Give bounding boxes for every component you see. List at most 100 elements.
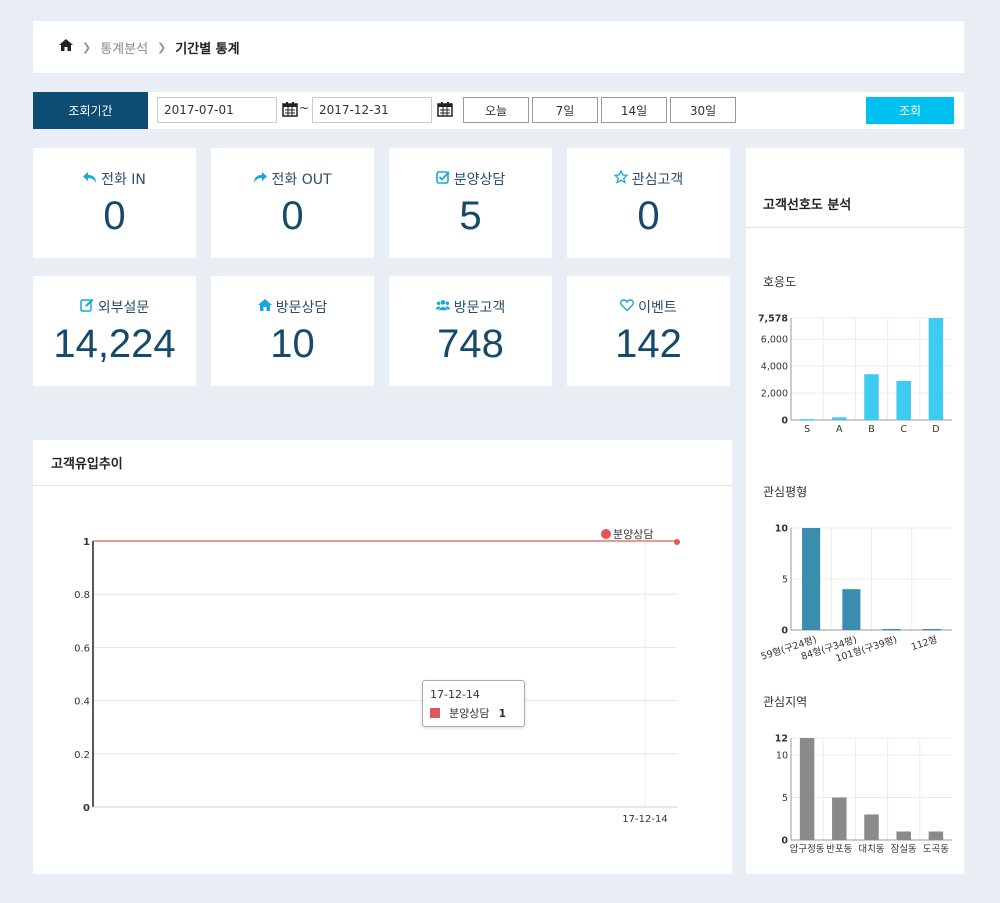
bar — [896, 831, 911, 840]
stat-label: 외부설문 — [97, 300, 150, 316]
x-tick-label: C — [900, 424, 907, 435]
stat-value: 14,224 — [53, 322, 176, 366]
calendar-icon[interactable] — [437, 101, 453, 117]
filter-bar: 조회기간 ~ 오늘 7일 14일 30일 조회 — [33, 92, 964, 129]
x-tick-label: 대치동 — [858, 843, 884, 855]
x-tick-label: 112형 — [910, 634, 939, 653]
star-icon — [613, 169, 629, 188]
stat-value: 748 — [437, 322, 504, 366]
edit-icon — [79, 298, 94, 316]
bar — [882, 628, 901, 631]
tooltip-series: 분양상담 — [449, 707, 490, 720]
y-tick-label: 0 — [781, 626, 788, 637]
today-button[interactable]: 오늘 — [463, 97, 529, 123]
y-tick-label: 4,000 — [761, 362, 788, 373]
stat-label: 관심고객 — [631, 172, 684, 188]
stat-card-sales-consult: 분양상담 5 — [389, 148, 552, 258]
stat-label: 전화 OUT — [271, 172, 332, 188]
trend-chart: 0 0.2 0.4 0.6 0.8 1 17-12-14 분양상담 — [74, 528, 680, 825]
trend-title: 고객유입추이 — [51, 457, 123, 472]
unit-type-chart: 051059형(구24평)84형(구34평)101형(구39평) 112형 — [760, 524, 952, 665]
x-tick-label: D — [932, 424, 939, 435]
page-title: 기간별 통계 — [175, 41, 240, 57]
preference-title: 고객선호도 분석 — [763, 198, 852, 213]
bar — [922, 628, 941, 631]
bar — [928, 318, 944, 420]
stat-card-visitors: 방문고객 748 — [389, 276, 552, 386]
bar — [799, 419, 815, 421]
stat-value: 0 — [281, 194, 304, 238]
y-tick-label: 10 — [776, 751, 788, 762]
calendar-icon[interactable] — [282, 101, 298, 117]
chevron-right-icon: ❯ — [157, 40, 167, 54]
home-icon — [257, 298, 272, 316]
y-tick-label: 10 — [775, 524, 789, 535]
chart-tooltip: 17-12-14 분양상담 1 — [422, 680, 525, 727]
y-tick-label: 0 — [781, 416, 788, 427]
tooltip-value: 1 — [498, 706, 507, 720]
stat-card-call-out: 전화 OUT 0 — [211, 148, 374, 258]
data-point — [674, 539, 680, 545]
period-label: 조회기간 — [33, 92, 148, 129]
y-tick-label: 0.6 — [74, 643, 90, 654]
y-tick-label: 7,578 — [758, 314, 788, 325]
home-icon[interactable] — [59, 39, 73, 55]
y-tick-label: 1 — [83, 537, 90, 548]
bar — [799, 738, 815, 840]
bar — [864, 814, 879, 840]
date-separator: ~ — [299, 101, 310, 115]
stat-card-event: 이벤트 142 — [567, 276, 730, 386]
y-tick-label: 5 — [782, 793, 788, 804]
check-square-icon — [435, 170, 450, 188]
bar — [896, 380, 911, 420]
x-tick-label: A — [836, 424, 843, 435]
stat-card-interested: 관심고객 0 — [567, 148, 730, 258]
stat-value: 10 — [270, 322, 315, 366]
stat-label: 방문상담 — [275, 300, 328, 316]
stat-value: 0 — [103, 194, 126, 238]
tooltip-date: 17-12-14 — [430, 688, 480, 701]
stat-label: 전화 IN — [101, 172, 146, 188]
share-icon — [253, 170, 268, 188]
stat-label: 이벤트 — [638, 300, 677, 316]
bar — [802, 528, 821, 630]
7-days-button[interactable]: 7일 — [532, 97, 598, 123]
response-chart: 0 2,000 4,000 6,000 7,578 S A B C D — [758, 314, 952, 435]
y-tick-label: 0 — [781, 836, 788, 847]
stat-label: 분양상담 — [453, 172, 506, 188]
unit-type-title: 관심평형 — [763, 485, 808, 499]
x-tick-label: 도곡동 — [923, 844, 949, 855]
tooltip-swatch — [430, 708, 440, 718]
heart-icon — [620, 298, 635, 316]
bar — [928, 831, 944, 840]
stat-card-visit-consult: 방문상담 10 — [211, 276, 374, 386]
chevron-right-icon: ❯ — [82, 40, 92, 54]
legend-swatch — [601, 529, 611, 539]
x-tick-label: 17-12-14 — [622, 814, 667, 825]
x-tick-label: S — [804, 424, 810, 435]
x-tick-label: 압구정동 — [790, 843, 825, 855]
stat-value: 0 — [637, 194, 660, 238]
search-button[interactable]: 조회 — [866, 97, 954, 124]
y-tick-label: 12 — [775, 734, 788, 745]
x-tick-label: B — [868, 424, 875, 435]
bar — [832, 417, 847, 420]
breadcrumb: ❯ 통계분석 ❯ 기간별 통계 — [33, 21, 964, 73]
x-tick-label: 잠실동 — [891, 844, 917, 855]
response-title: 호응도 — [763, 275, 797, 289]
y-tick-label: 0.8 — [74, 590, 90, 601]
bar — [864, 374, 879, 420]
30-days-button[interactable]: 30일 — [670, 97, 736, 123]
y-tick-label: 0 — [83, 803, 90, 814]
region-chart: 0 5 10 12 압구정동 반포동 대치동 잠실동 도곡동 — [775, 734, 952, 855]
legend-label: 분양상담 — [613, 528, 653, 541]
trend-panel: 고객유입추이 0 0.2 0.4 0.6 0.8 1 17-12-14 분양상담 17-12-… — [33, 440, 732, 874]
bar — [832, 797, 847, 840]
14-days-button[interactable]: 14일 — [601, 97, 667, 123]
start-date-input[interactable] — [157, 97, 277, 123]
bar — [842, 589, 861, 630]
end-date-input[interactable] — [312, 97, 432, 123]
breadcrumb-item[interactable]: 통계분석 — [100, 38, 148, 57]
stat-value: 142 — [615, 322, 682, 366]
stat-label: 방문고객 — [453, 300, 506, 316]
